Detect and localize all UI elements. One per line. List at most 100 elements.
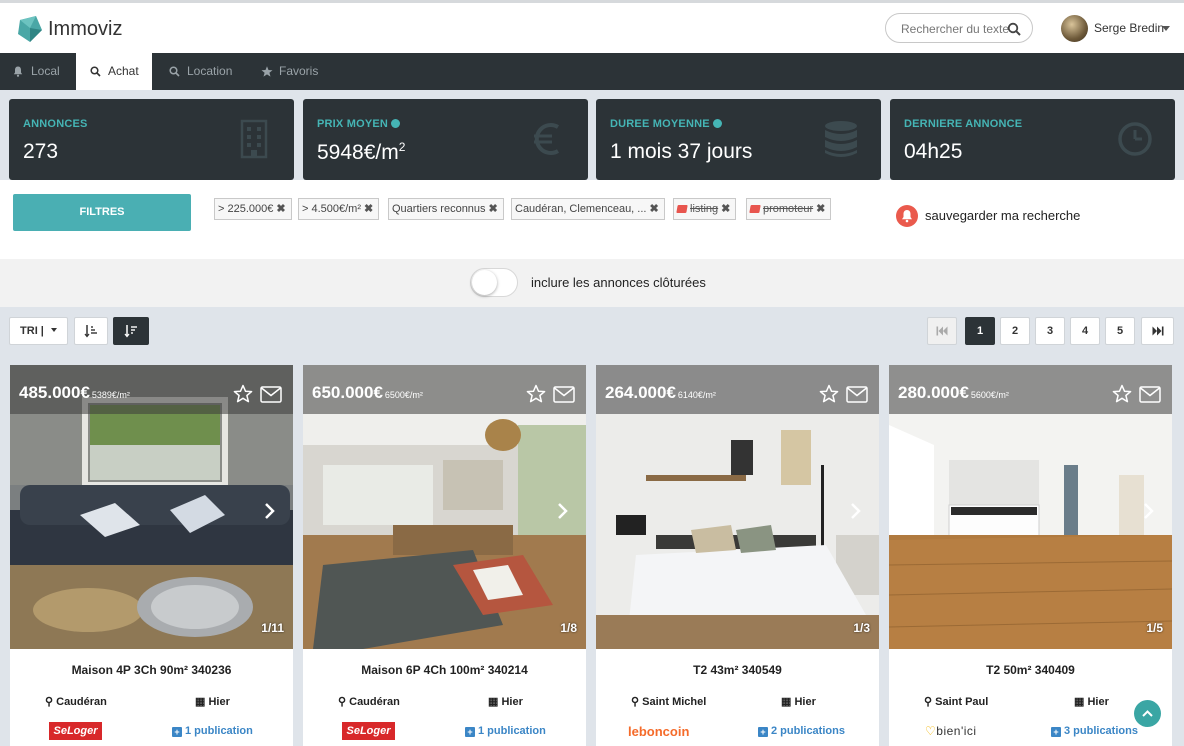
price-band: 485.000€ 5389€/m² bbox=[10, 365, 293, 414]
price-band: 650.000€ 6500€/m² bbox=[303, 365, 586, 414]
leboncoin-logo[interactable]: leboncoin bbox=[628, 724, 689, 739]
app-name[interactable]: Immoviz bbox=[48, 18, 122, 41]
bell-icon[interactable] bbox=[896, 205, 918, 227]
page-5-button[interactable]: 5 bbox=[1105, 317, 1135, 345]
include-closed-toggle[interactable] bbox=[470, 268, 518, 297]
chevron-down-icon[interactable] bbox=[1162, 26, 1170, 31]
tab-favoris[interactable]: Favoris bbox=[248, 53, 328, 90]
listing-date: ▦ Hier bbox=[195, 695, 230, 708]
listing-card[interactable]: 650.000€ 6500€/m² 1/8 Maison 6P 4Ch 100m²… bbox=[303, 365, 586, 746]
mail-icon[interactable] bbox=[846, 386, 868, 403]
publications-link[interactable]: +3 publications bbox=[1051, 725, 1138, 737]
sort-ascending-button[interactable] bbox=[74, 317, 108, 345]
last-page-button[interactable] bbox=[1141, 317, 1174, 345]
close-icon[interactable]: ✖ bbox=[364, 203, 373, 215]
listing-location: ⚲ Saint Paul bbox=[924, 695, 988, 708]
listing-location: ⚲ Saint Michel bbox=[631, 695, 706, 708]
chevron-right-icon[interactable] bbox=[557, 502, 569, 520]
seloger-logo[interactable]: SeLoger bbox=[342, 722, 395, 740]
seloger-logo[interactable]: SeLoger bbox=[49, 722, 102, 740]
tab-achat[interactable]: Achat bbox=[76, 53, 152, 90]
filter-chip[interactable]: > 4.500€/m² ✖ bbox=[298, 198, 380, 220]
scroll-to-top-button[interactable] bbox=[1134, 700, 1161, 727]
tag-icon bbox=[676, 205, 688, 213]
star-icon[interactable] bbox=[233, 384, 253, 404]
mail-icon[interactable] bbox=[1139, 386, 1161, 403]
tab-location[interactable]: Location bbox=[156, 53, 246, 90]
heart-icon: ♡ bbox=[925, 724, 937, 738]
stat-label-text: PRIX MOYEN bbox=[317, 118, 389, 130]
publications-link[interactable]: +1 publication bbox=[465, 725, 546, 737]
listing-title[interactable]: T2 50m² 340409 bbox=[889, 663, 1172, 677]
date-text: Hier bbox=[208, 696, 230, 708]
filter-chip[interactable]: > 225.000€ ✖ bbox=[214, 198, 292, 220]
listing-card[interactable]: 485.000€ 5389€/m² 1/11 Maison 4P 3Ch 90m²… bbox=[10, 365, 293, 746]
location-text: Saint Paul bbox=[935, 696, 989, 708]
immoviz-logo-icon[interactable] bbox=[16, 14, 44, 44]
sort-descending-button[interactable] bbox=[113, 317, 149, 345]
stat-value: 1 mois 37 jours bbox=[610, 140, 753, 163]
listing-title[interactable]: T2 43m² 340549 bbox=[596, 663, 879, 677]
photo-counter: 1/5 bbox=[1146, 621, 1163, 635]
close-icon[interactable]: ✖ bbox=[489, 203, 498, 215]
page-1-button[interactable]: 1 bbox=[965, 317, 995, 345]
price-band: 280.000€ 5600€/m² bbox=[889, 365, 1172, 414]
tab-favoris-label: Favoris bbox=[279, 64, 319, 78]
chevron-right-icon[interactable] bbox=[264, 502, 276, 520]
filter-chip-excluded[interactable]: listing ✖ bbox=[673, 198, 737, 220]
page-4-button[interactable]: 4 bbox=[1070, 317, 1100, 345]
filters-button[interactable]: FILTRES bbox=[13, 194, 191, 231]
listing-card[interactable]: 280.000€ 5600€/m² 1/5 T2 50m² 340409 ⚲ Sa… bbox=[889, 365, 1172, 746]
avatar[interactable] bbox=[1061, 15, 1088, 42]
tab-local[interactable]: Local bbox=[0, 53, 70, 90]
chevron-right-icon[interactable] bbox=[1143, 502, 1155, 520]
plus-icon: + bbox=[1051, 727, 1061, 737]
bell-glyph bbox=[902, 210, 912, 223]
filter-chip-label: promoteur bbox=[763, 203, 814, 215]
info-icon[interactable] bbox=[391, 119, 401, 128]
mail-icon[interactable] bbox=[260, 386, 282, 403]
calendar-icon: ▦ bbox=[488, 696, 499, 708]
listing-title[interactable]: Maison 4P 3Ch 90m² 340236 bbox=[10, 663, 293, 677]
filter-chip[interactable]: Caudéran, Clemenceau, ... ✖ bbox=[511, 198, 665, 220]
star-icon[interactable] bbox=[819, 384, 839, 404]
search-icon[interactable] bbox=[1007, 22, 1021, 36]
database-icon bbox=[825, 121, 857, 157]
star-icon[interactable] bbox=[1112, 384, 1132, 404]
stat-duree-moyenne: DUREE MOYENNE 1 mois 37 jours bbox=[596, 99, 881, 180]
close-icon[interactable]: ✖ bbox=[816, 203, 825, 215]
star-icon bbox=[261, 66, 273, 77]
price-band: 264.000€ 6140€/m² bbox=[596, 365, 879, 414]
info-icon[interactable] bbox=[712, 119, 722, 128]
photo-counter: 1/11 bbox=[261, 621, 284, 635]
listing-card[interactable]: 264.000€ 6140€/m² 1/3 T2 43m² 340549 ⚲ Sa… bbox=[596, 365, 879, 746]
publications-link[interactable]: +2 publications bbox=[758, 725, 845, 737]
listing-title[interactable]: Maison 6P 4Ch 100m² 340214 bbox=[303, 663, 586, 677]
close-icon[interactable]: ✖ bbox=[721, 203, 730, 215]
publications-link[interactable]: +1 publication bbox=[172, 725, 253, 737]
listing-date: ▦ Hier bbox=[1074, 695, 1109, 708]
listing-price: 280.000€ 5600€/m² bbox=[898, 383, 1009, 403]
star-icon[interactable] bbox=[526, 384, 546, 404]
publications-text: 2 publications bbox=[771, 725, 845, 737]
listing-date: ▦ Hier bbox=[488, 695, 523, 708]
mail-icon[interactable] bbox=[553, 386, 575, 403]
page-3-button[interactable]: 3 bbox=[1035, 317, 1065, 345]
close-icon[interactable]: ✖ bbox=[649, 203, 658, 215]
search-input[interactable]: Rechercher du texte bbox=[885, 13, 1033, 43]
page-2-button[interactable]: 2 bbox=[1000, 317, 1030, 345]
stat-value-exponent: 2 bbox=[398, 140, 406, 154]
filter-chip-excluded[interactable]: promoteur ✖ bbox=[746, 198, 832, 220]
sort-dropdown[interactable]: TRI | bbox=[9, 317, 68, 345]
location-text: Saint Michel bbox=[642, 696, 707, 708]
price-value: 650.000€ bbox=[312, 383, 383, 402]
first-page-button[interactable] bbox=[927, 317, 957, 345]
user-name[interactable]: Serge Bredin bbox=[1094, 21, 1164, 35]
filter-chip[interactable]: Quartiers reconnus ✖ bbox=[388, 198, 504, 220]
bienici-logo[interactable]: ♡bien'ici bbox=[925, 724, 977, 738]
chevron-right-icon[interactable] bbox=[850, 502, 862, 520]
close-icon[interactable]: ✖ bbox=[276, 203, 285, 215]
filter-chip-label: Caudéran, Clemenceau, ... bbox=[515, 203, 647, 215]
calendar-icon: ▦ bbox=[1074, 696, 1085, 708]
save-search-link[interactable]: sauvegarder ma recherche bbox=[925, 208, 1080, 223]
